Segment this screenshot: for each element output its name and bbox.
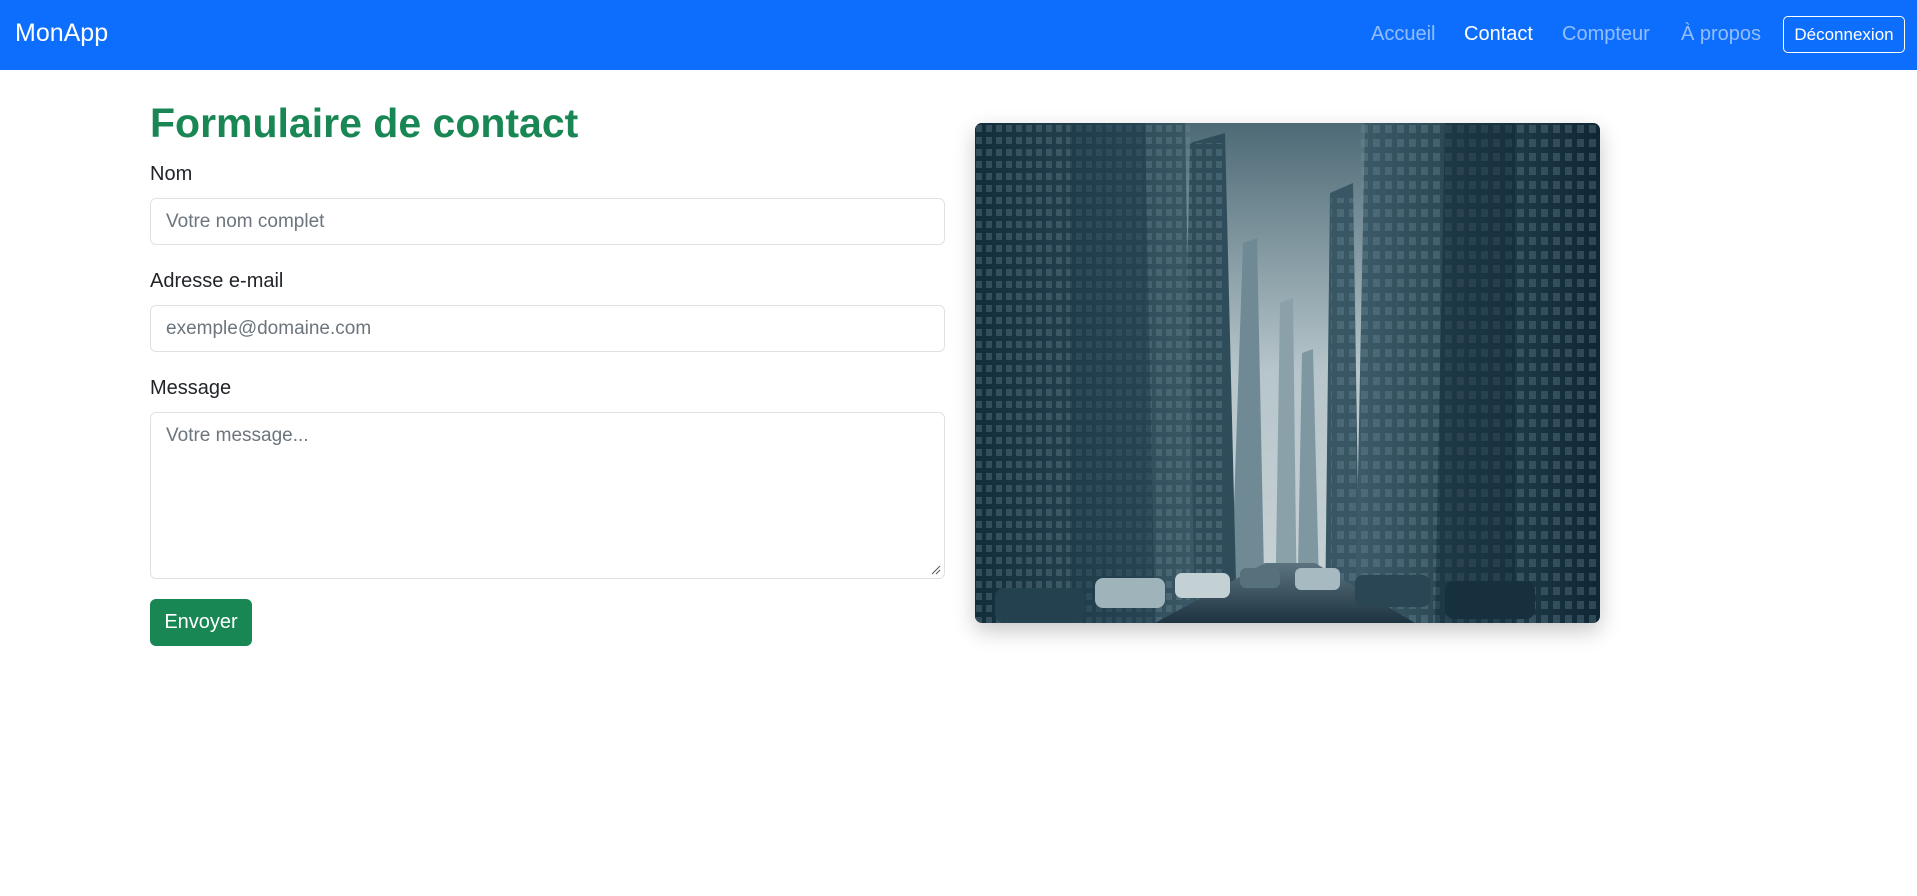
brand-link[interactable]: MonApp [15, 19, 108, 48]
nav-link-compteur[interactable]: Compteur [1562, 23, 1650, 46]
message-label: Message [150, 377, 232, 399]
nav-link-contact[interactable]: Contact [1464, 23, 1533, 46]
message-placeholder: Votre message... [166, 425, 309, 446]
navbar: MonApp Accueil Contact Compteur À propos… [0, 0, 1917, 70]
city-street-photo [975, 123, 1600, 623]
logout-button[interactable]: Déconnexion [1783, 16, 1905, 53]
city-street-image [975, 123, 1600, 623]
email-label: Adresse e-mail [150, 270, 284, 292]
email-input[interactable]: exemple@domaine.com [150, 305, 945, 352]
page-title: Formulaire de contact [150, 100, 579, 146]
message-textarea[interactable]: Votre message... [150, 412, 945, 579]
name-label: Nom [150, 163, 193, 185]
nav-link-a-propos[interactable]: À propos [1681, 23, 1761, 46]
resize-handle-icon[interactable] [931, 565, 941, 575]
nav-link-accueil[interactable]: Accueil [1371, 23, 1435, 46]
name-input[interactable]: Votre nom complet [150, 198, 945, 245]
submit-button[interactable]: Envoyer [150, 599, 252, 646]
